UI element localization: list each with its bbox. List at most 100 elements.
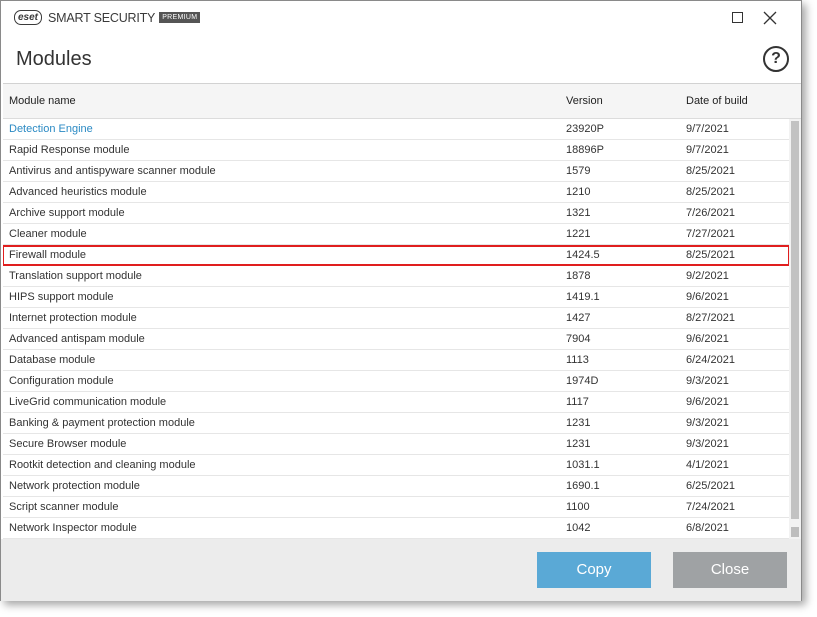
- table-row[interactable]: Advanced heuristics module 1210 8/25/2021: [3, 182, 789, 203]
- version-cell: 23920P: [566, 123, 604, 135]
- table-row[interactable]: Archive support module 1321 7/26/2021: [3, 203, 789, 224]
- date-of-build-cell: 8/25/2021: [686, 249, 735, 261]
- column-header-date-of-build[interactable]: Date of build: [686, 95, 748, 107]
- module-name-cell: Network protection module: [9, 480, 140, 492]
- date-of-build-cell: 8/25/2021: [686, 165, 735, 177]
- date-of-build-cell: 9/6/2021: [686, 333, 729, 345]
- module-name-cell: Rapid Response module: [9, 144, 130, 156]
- table-row[interactable]: Banking & payment protection module 1231 9…: [3, 413, 789, 434]
- version-cell: 1117: [566, 396, 589, 408]
- maximize-button[interactable]: [727, 7, 749, 29]
- maximize-square-icon: [732, 12, 743, 23]
- date-of-build-cell: 7/27/2021: [686, 228, 735, 240]
- date-of-build-cell: 6/8/2021: [686, 522, 729, 534]
- module-name-cell: Rootkit detection and cleaning module: [9, 459, 196, 471]
- module-name-cell: Banking & payment protection module: [9, 417, 195, 429]
- table-row[interactable]: Network protection module 1690.1 6/25/2021: [3, 476, 789, 497]
- version-cell: 1100: [566, 501, 590, 513]
- module-name-cell: Secure Browser module: [9, 438, 127, 450]
- date-of-build-cell: 9/3/2021: [686, 375, 729, 387]
- date-of-build-cell: 9/3/2021: [686, 438, 729, 450]
- date-of-build-cell: 9/6/2021: [686, 291, 729, 303]
- table-row[interactable]: Network Inspector module 1042 6/8/2021: [3, 518, 789, 539]
- module-name-cell: Internet protection module: [9, 312, 137, 324]
- eset-logo: eset: [14, 10, 43, 25]
- version-cell: 1427: [566, 312, 591, 324]
- table-row[interactable]: Antivirus and antispyware scanner module…: [3, 161, 789, 182]
- title-bar: eset SMART SECURITY PREMIUM: [1, 1, 801, 35]
- module-name-cell: Script scanner module: [9, 501, 119, 513]
- module-name-cell: Network Inspector module: [9, 522, 137, 534]
- date-of-build-cell: 8/27/2021: [686, 312, 735, 324]
- detection-engine-link[interactable]: Detection Engine: [9, 123, 93, 135]
- close-button[interactable]: Close: [673, 552, 787, 588]
- module-name-cell: Advanced antispam module: [9, 333, 145, 345]
- version-cell: 18896P: [566, 144, 604, 156]
- table-row[interactable]: Advanced antispam module 7904 9/6/2021: [3, 329, 789, 350]
- table-row[interactable]: Rapid Response module 18896P 9/7/2021: [3, 140, 789, 161]
- version-cell: 1221: [566, 228, 591, 240]
- version-cell: 1878: [566, 270, 591, 282]
- table-body: Detection Engine 23920P 9/7/2021 Rapid Resp…: [3, 119, 790, 539]
- vertical-scrollbar[interactable]: [789, 119, 801, 539]
- table-row[interactable]: Secure Browser module 1231 9/3/2021: [3, 434, 789, 455]
- module-name-cell: Archive support module: [9, 207, 125, 219]
- date-of-build-cell: 9/2/2021: [686, 270, 729, 282]
- date-of-build-cell: 7/26/2021: [686, 207, 735, 219]
- version-cell: 1690.1: [566, 480, 600, 492]
- module-name-cell: Database module: [9, 354, 96, 366]
- page-title: Modules: [16, 48, 92, 70]
- date-of-build-cell: 9/6/2021: [686, 396, 729, 408]
- table-row[interactable]: Database module 1113 6/24/2021: [3, 350, 789, 371]
- table-row[interactable]: Translation support module 1878 9/2/2021: [3, 266, 789, 287]
- scrollbar-thumb[interactable]: [791, 121, 799, 519]
- module-name-cell: Advanced heuristics module: [9, 186, 147, 198]
- column-header-module-name[interactable]: Module name: [9, 95, 76, 107]
- date-of-build-cell: 9/3/2021: [686, 417, 729, 429]
- product-name: SMART SECURITY: [48, 10, 156, 25]
- version-cell: 1321: [566, 207, 591, 219]
- table-row[interactable]: Cleaner module 1221 7/27/2021: [3, 224, 789, 245]
- modules-table: Module name Version Date of build Detect…: [3, 83, 801, 540]
- table-row[interactable]: Configuration module 1974D 9/3/2021: [3, 371, 789, 392]
- date-of-build-cell: 9/7/2021: [686, 123, 729, 135]
- version-cell: 1031.1: [566, 459, 600, 471]
- version-cell: 1231: [566, 438, 591, 450]
- close-x-icon: [763, 11, 777, 25]
- dialog-footer: Copy Close: [1, 539, 801, 601]
- date-of-build-cell: 6/24/2021: [686, 354, 735, 366]
- module-name-cell: Configuration module: [9, 375, 114, 387]
- modules-window: eset SMART SECURITY PREMIUM Modules ? Mo…: [0, 0, 802, 601]
- version-cell: 7904: [566, 333, 591, 345]
- table-row[interactable]: Rootkit detection and cleaning module 103…: [3, 455, 789, 476]
- column-header-version[interactable]: Version: [566, 95, 603, 107]
- version-cell: 1579: [566, 165, 591, 177]
- brand: eset SMART SECURITY PREMIUM: [14, 10, 201, 25]
- copy-button[interactable]: Copy: [537, 552, 651, 588]
- table-row[interactable]: LiveGrid communication module 1117 9/6/202…: [3, 392, 789, 413]
- edition-badge: PREMIUM: [159, 12, 201, 23]
- help-icon[interactable]: ?: [763, 46, 789, 72]
- version-cell: 1042: [566, 522, 591, 534]
- window-close-button[interactable]: [759, 7, 781, 29]
- version-cell: 1210: [566, 186, 591, 198]
- table-row[interactable]: Detection Engine 23920P 9/7/2021: [3, 119, 789, 140]
- table-row[interactable]: Script scanner module 1100 7/24/2021: [3, 497, 789, 518]
- date-of-build-cell: 4/1/2021: [686, 459, 729, 471]
- version-cell: 1974D: [566, 375, 599, 387]
- module-name-cell: Antivirus and antispyware scanner module: [9, 165, 216, 177]
- module-name-cell: Cleaner module: [9, 228, 87, 240]
- date-of-build-cell: 8/25/2021: [686, 186, 735, 198]
- scroll-down-arrow[interactable]: [791, 527, 799, 537]
- table-row[interactable]: HIPS support module 1419.1 9/6/2021: [3, 287, 789, 308]
- date-of-build-cell: 7/24/2021: [686, 501, 735, 513]
- table-header: Module name Version Date of build: [3, 84, 801, 119]
- version-cell: 1424.5: [566, 249, 600, 261]
- table-row[interactable]: Internet protection module 1427 8/27/2021: [3, 308, 789, 329]
- table-row-highlighted[interactable]: Firewall module 1424.5 8/25/2021: [3, 245, 790, 266]
- version-cell: 1231: [566, 417, 591, 429]
- module-name-cell: LiveGrid communication module: [9, 396, 167, 408]
- version-cell: 1419.1: [566, 291, 600, 303]
- date-of-build-cell: 6/25/2021: [686, 480, 735, 492]
- module-name-cell: Firewall module: [9, 249, 87, 261]
